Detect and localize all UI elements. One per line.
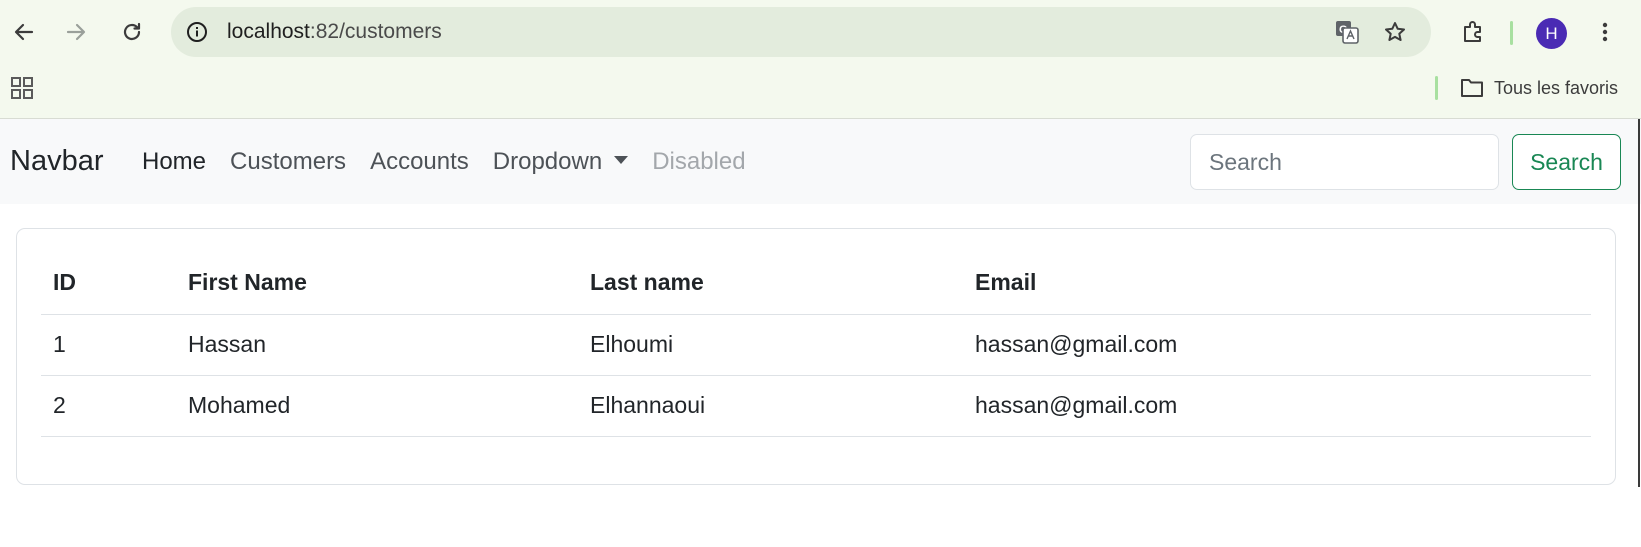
folder-icon (1460, 77, 1484, 99)
cell-email: hassan@gmail.com (963, 375, 1591, 437)
reload-icon[interactable] (114, 14, 150, 50)
cell-last-name: Elhannaoui (578, 375, 963, 437)
navbar-brand[interactable]: Navbar (10, 119, 104, 204)
caret-down-icon (614, 156, 629, 165)
table-header-row: ID First Name Last name Email (41, 252, 1591, 315)
menu-icon[interactable] (1587, 14, 1623, 50)
nav-link-home[interactable]: Home (130, 148, 218, 176)
cell-email: hassan@gmail.com (963, 314, 1591, 376)
url-path: :82/customers (309, 20, 442, 43)
column-header-last-name: Last name (578, 252, 963, 315)
search-input[interactable] (1190, 134, 1499, 190)
window-edge (1638, 119, 1640, 487)
table-row: 2 Mohamed Elhannaoui hassan@gmail.com (41, 375, 1591, 437)
address-bar[interactable]: localhost:82/customers G (171, 7, 1431, 57)
cell-last-name: Elhoumi (578, 314, 963, 376)
apps-grid-icon[interactable] (4, 70, 40, 106)
customers-card: ID First Name Last name Email 1 Hassan E… (16, 228, 1616, 485)
nav-dropdown[interactable]: Dropdown (481, 148, 640, 176)
forward-icon[interactable] (58, 14, 94, 50)
avatar[interactable]: H (1536, 18, 1567, 49)
site-info-icon[interactable] (179, 14, 215, 50)
extensions-icon[interactable] (1455, 14, 1491, 50)
column-header-id: ID (41, 252, 176, 315)
nav-dropdown-label: Dropdown (492, 147, 603, 175)
url-text[interactable]: localhost:82/customers (227, 7, 442, 57)
nav-links: Home Customers Accounts Dropdown Disable… (130, 119, 758, 204)
column-header-email: Email (963, 252, 1591, 315)
cell-first-name: Mohamed (176, 375, 578, 437)
nav-link-customers[interactable]: Customers (218, 148, 358, 176)
toolbar-divider (1510, 21, 1513, 45)
url-host: localhost (227, 20, 310, 43)
column-header-first-name: First Name (176, 252, 578, 315)
browser-toolbar: localhost:82/customers G H Tous les favo… (0, 0, 1641, 119)
cell-id: 2 (41, 375, 176, 437)
back-icon[interactable] (6, 14, 42, 50)
cell-first-name: Hassan (176, 314, 578, 376)
bookmarks-divider (1435, 76, 1438, 100)
table-row: 1 Hassan Elhoumi hassan@gmail.com (41, 314, 1591, 376)
all-bookmarks-label: Tous les favoris (1494, 77, 1619, 98)
customers-table: ID First Name Last name Email 1 Hassan E… (41, 252, 1591, 437)
star-icon[interactable] (1377, 14, 1413, 50)
all-bookmarks[interactable]: Tous les favoris (1460, 72, 1618, 104)
translate-icon[interactable]: G (1329, 14, 1365, 50)
cell-id: 1 (41, 314, 176, 376)
search-button[interactable]: Search (1512, 134, 1621, 190)
nav-link-disabled: Disabled (652, 147, 746, 175)
nav-link-accounts[interactable]: Accounts (358, 148, 481, 176)
